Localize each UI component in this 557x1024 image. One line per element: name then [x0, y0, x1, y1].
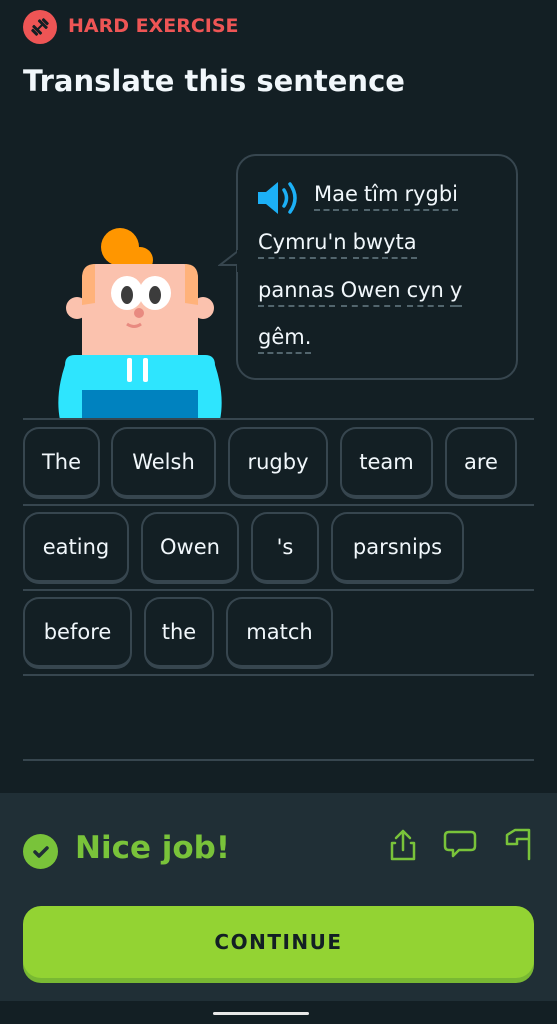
prompt-line: Mae tîm rygbi	[314, 182, 464, 211]
answer-line	[23, 504, 534, 506]
word-chip[interactable]: before	[23, 597, 132, 669]
answer-line	[23, 674, 534, 676]
word-chip[interactable]: Owen	[141, 512, 239, 584]
continue-button[interactable]: CONTINUE	[23, 906, 534, 978]
word-chip[interactable]: team	[340, 427, 433, 499]
word-chip[interactable]: rugby	[228, 427, 328, 499]
word-chip[interactable]: are	[445, 427, 517, 499]
prompt-word[interactable]: Cymru'n	[258, 230, 347, 259]
prompt-line: gêm.	[258, 325, 317, 354]
word-chip[interactable]: 's	[251, 512, 319, 584]
prompt-word[interactable]: tîm	[363, 182, 399, 211]
home-indicator[interactable]	[213, 1012, 309, 1015]
prompt-word[interactable]: pannas	[258, 278, 335, 307]
hard-exercise-badge: HARD EXERCISE	[68, 15, 239, 37]
answer-line	[23, 759, 534, 761]
prompt-word[interactable]: rygbi	[404, 182, 459, 211]
word-chip[interactable]: eating	[23, 512, 129, 584]
prompt-word[interactable]: gêm.	[258, 325, 312, 354]
prompt-word[interactable]: bwyta	[352, 230, 417, 259]
check-icon	[23, 834, 58, 869]
word-chip[interactable]: the	[144, 597, 214, 669]
prompt-word[interactable]: Owen	[340, 278, 401, 307]
dumbbell-icon	[23, 10, 57, 44]
prompt-line: pannas Owen cyn y	[258, 278, 468, 307]
flag-icon[interactable]	[503, 827, 533, 861]
word-chip[interactable]: Welsh	[111, 427, 216, 499]
prompt-word[interactable]: y	[449, 278, 463, 307]
feedback-message: Nice job!	[75, 830, 231, 866]
answer-line	[23, 418, 534, 420]
speaker-icon[interactable]	[256, 180, 302, 216]
character-illustration	[58, 228, 222, 420]
comment-icon[interactable]	[443, 829, 477, 861]
word-chip[interactable]: match	[226, 597, 333, 669]
share-icon[interactable]	[389, 828, 417, 862]
word-chip[interactable]: parsnips	[331, 512, 464, 584]
prompt-line: Cymru'n bwyta	[258, 230, 423, 259]
speech-bubble-tail	[218, 250, 240, 272]
prompt-word[interactable]: Mae	[314, 182, 358, 211]
prompt-word[interactable]: cyn	[406, 278, 444, 307]
answer-line	[23, 589, 534, 591]
word-chip[interactable]: The	[23, 427, 100, 499]
page-title: Translate this sentence	[23, 64, 405, 98]
